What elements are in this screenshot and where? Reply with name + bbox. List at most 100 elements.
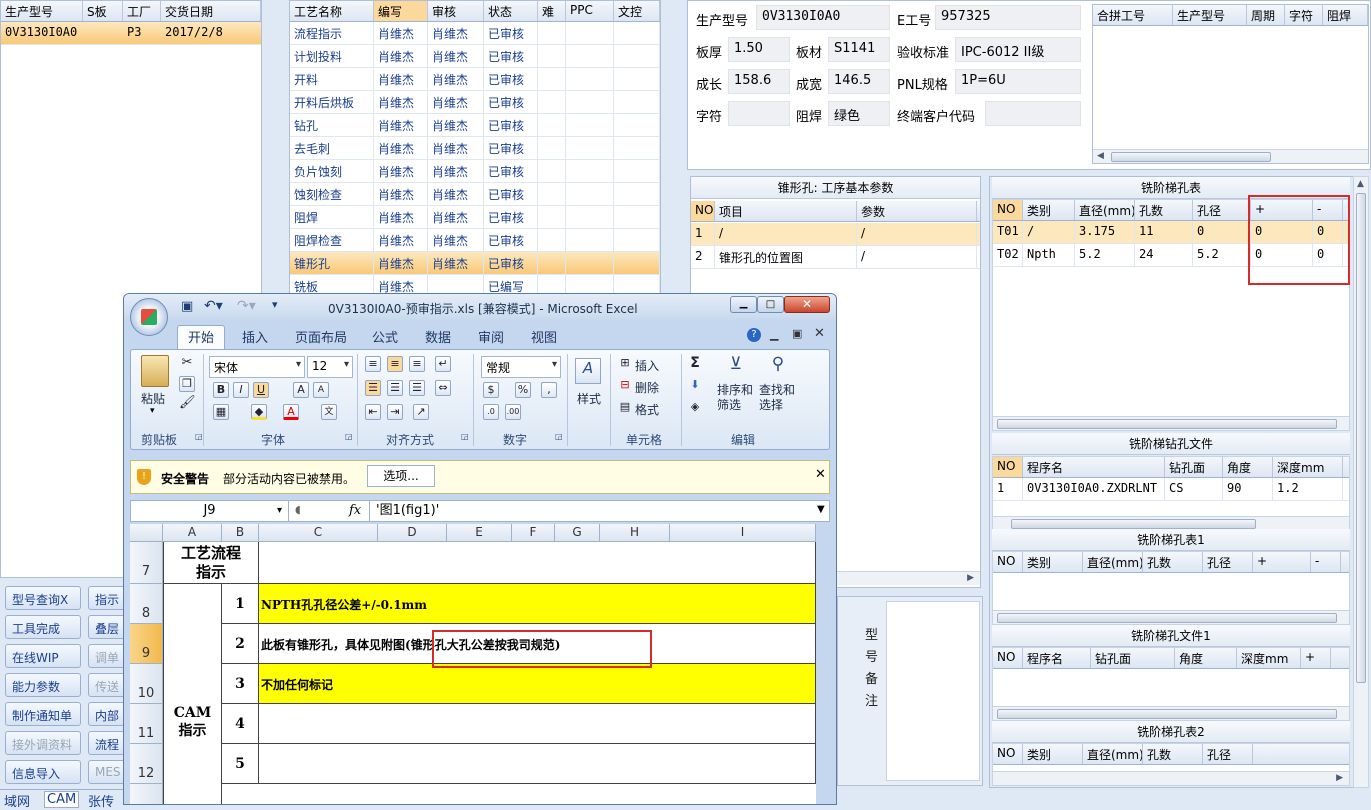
row-header[interactable]: 8 xyxy=(130,584,163,624)
styles-icon[interactable]: A xyxy=(575,358,601,384)
model-note-field[interactable] xyxy=(886,601,980,781)
font-color-icon[interactable]: A xyxy=(283,404,299,420)
scroll-thumb[interactable] xyxy=(997,419,1337,429)
paste-button[interactable]: 粘贴 xyxy=(141,390,165,407)
step-hole-scrollbar[interactable] xyxy=(993,416,1349,430)
action-button[interactable]: 指示 xyxy=(88,586,128,610)
align-middle-icon[interactable]: ≡ xyxy=(387,356,403,372)
name-box-dropdown-icon[interactable]: ▾ xyxy=(277,505,282,516)
material-field[interactable]: S1141 xyxy=(828,37,890,62)
formula-collapse-icon[interactable]: ▼ xyxy=(817,504,825,515)
styles-button[interactable]: 样式 xyxy=(577,390,601,407)
length-field[interactable]: 158.6 xyxy=(728,69,790,94)
increase-decimal-icon[interactable]: .0 xyxy=(483,404,499,420)
merge-center-icon[interactable]: ⇔ xyxy=(435,380,451,396)
align-left-icon[interactable]: ☰ xyxy=(365,380,381,396)
thickness-field[interactable]: 1.50 xyxy=(728,37,790,62)
table-row[interactable]: 阻焊 肖维杰 肖维杰 已审核 xyxy=(290,206,660,229)
font-size-combo[interactable]: 12 xyxy=(307,356,353,378)
action-button[interactable]: 制作通知单 xyxy=(5,702,81,726)
scroll-thumb[interactable] xyxy=(1111,152,1271,162)
grow-font-icon[interactable]: A xyxy=(293,382,309,398)
col-header[interactable]: 角度 xyxy=(1175,648,1237,668)
find-select-button[interactable]: 查找和 选择 xyxy=(759,383,795,413)
item-text-cell[interactable] xyxy=(259,744,816,784)
table-row[interactable]: 2 锥形孔的位置图 / xyxy=(691,246,980,269)
phonetic-icon[interactable]: 文 xyxy=(321,404,337,420)
delete-cells-button[interactable]: 删除 xyxy=(635,379,659,396)
col-header[interactable]: NO xyxy=(993,552,1023,572)
col-header[interactable]: 直径(mm) xyxy=(1075,200,1135,220)
col-header[interactable]: PPC xyxy=(566,1,614,21)
font-launcher-icon[interactable]: ◲ xyxy=(345,432,353,441)
action-button[interactable]: 工具完成 xyxy=(5,615,81,639)
redo-icon[interactable]: ↷▾ xyxy=(237,298,256,314)
item-text-cell[interactable]: NPTH孔孔径公差+/-0.1mm xyxy=(259,584,816,624)
col-header[interactable]: 孔径 xyxy=(1203,552,1253,572)
underline-icon[interactable]: U xyxy=(253,382,269,398)
insert-cells-button[interactable]: 插入 xyxy=(635,357,659,374)
column-header[interactable]: D xyxy=(378,524,447,542)
tab-cam[interactable]: CAM xyxy=(44,791,80,808)
col-header[interactable]: 工艺名称 xyxy=(290,1,374,21)
column-header[interactable]: H xyxy=(600,524,670,542)
col-header[interactable]: NO xyxy=(691,201,715,221)
maximize-button[interactable]: □ xyxy=(757,296,784,313)
comma-icon[interactable]: , xyxy=(541,382,557,398)
tab-home[interactable]: 开始 xyxy=(188,327,214,346)
col-header[interactable]: 直径(mm) xyxy=(1083,552,1143,572)
sort-filter-icon[interactable]: ⊻ xyxy=(723,354,749,380)
col-header[interactable]: NO xyxy=(993,200,1023,220)
bold-icon[interactable]: B xyxy=(213,382,229,398)
format-cells-button[interactable]: 格式 xyxy=(635,401,659,418)
table-row[interactable]: 1 0V3130I0A0.ZXDRLNT CS 90 1.2 xyxy=(993,478,1349,501)
col-header[interactable]: 直径(mm) xyxy=(1083,744,1143,764)
table-row[interactable]: 0V3130I0A0 P3 2017/2/8 xyxy=(1,22,261,45)
paste-icon[interactable] xyxy=(141,355,169,387)
action-button[interactable]: 内部 xyxy=(88,702,128,726)
formula-input[interactable]: '图1(fig1)' xyxy=(369,501,809,521)
col-header[interactable]: 编写 xyxy=(374,1,428,21)
action-button[interactable]: 流程 xyxy=(88,731,128,755)
table-row[interactable]: 计划投料 肖维杰 肖维杰 已审核 xyxy=(290,45,660,68)
item-number-cell[interactable]: 2 xyxy=(222,624,259,664)
fill-color-icon[interactable]: ◆ xyxy=(251,404,267,420)
step-drill1-scrollbar[interactable] xyxy=(993,706,1349,720)
undo-icon[interactable]: ↶▾ xyxy=(204,298,223,314)
pnl-field[interactable]: 1P=6U xyxy=(955,69,1081,94)
col-header[interactable]: 类别 xyxy=(1023,552,1083,572)
col-header[interactable]: 孔数 xyxy=(1135,200,1193,220)
tab-formulas[interactable]: 公式 xyxy=(372,327,398,346)
ribbon-restore-icon[interactable]: ▣ xyxy=(792,327,802,340)
align-bottom-icon[interactable]: ≡ xyxy=(409,356,425,372)
align-right-icon[interactable]: ☰ xyxy=(409,380,425,396)
col-header[interactable]: 深度mm xyxy=(1237,648,1301,668)
e-no-field[interactable]: 957325 xyxy=(935,5,1081,30)
font-name-combo[interactable]: 宋体 xyxy=(209,356,305,378)
decrease-indent-icon[interactable]: ⇤ xyxy=(365,404,381,420)
decrease-decimal-icon[interactable]: .00 xyxy=(505,404,521,420)
excel-titlebar[interactable]: ▣ ↶▾ ↷▾ ▾ 0V3130I0A0-预审指示.xls [兼容模式] - M… xyxy=(124,294,836,336)
table-row[interactable]: 阻焊检查 肖维杰 肖维杰 已审核 xyxy=(290,229,660,252)
insert-cells-icon[interactable]: ⊞ xyxy=(617,356,633,372)
column-header[interactable]: A xyxy=(163,524,222,542)
tab-page-layout[interactable]: 页面布局 xyxy=(295,327,347,346)
col-header[interactable]: 合拼工号 xyxy=(1093,5,1173,25)
row-header[interactable]: 12 xyxy=(130,744,163,784)
col-header[interactable]: 交货日期 xyxy=(161,1,261,21)
column-header[interactable]: F xyxy=(512,524,555,542)
right-vscrollbar[interactable]: ▲ xyxy=(1353,176,1369,788)
item-number-cell[interactable]: 3 xyxy=(222,664,259,704)
char-field[interactable] xyxy=(728,101,790,126)
col-header[interactable]: NO xyxy=(993,648,1023,668)
clipboard-launcher-icon[interactable]: ◲ xyxy=(195,432,203,441)
scroll-thumb[interactable] xyxy=(997,709,1337,719)
column-header[interactable]: G xyxy=(555,524,600,542)
copy-icon[interactable]: ❐ xyxy=(179,376,195,392)
customer-field[interactable] xyxy=(985,101,1081,126)
table-row[interactable]: 锥形孔 肖维杰 肖维杰 已审核 xyxy=(290,252,660,275)
action-button[interactable]: MES xyxy=(88,760,128,784)
col-header[interactable]: 角度 xyxy=(1223,457,1273,477)
qat-customize-icon[interactable]: ▾ xyxy=(272,298,278,311)
col-header[interactable]: 孔数 xyxy=(1143,744,1203,764)
